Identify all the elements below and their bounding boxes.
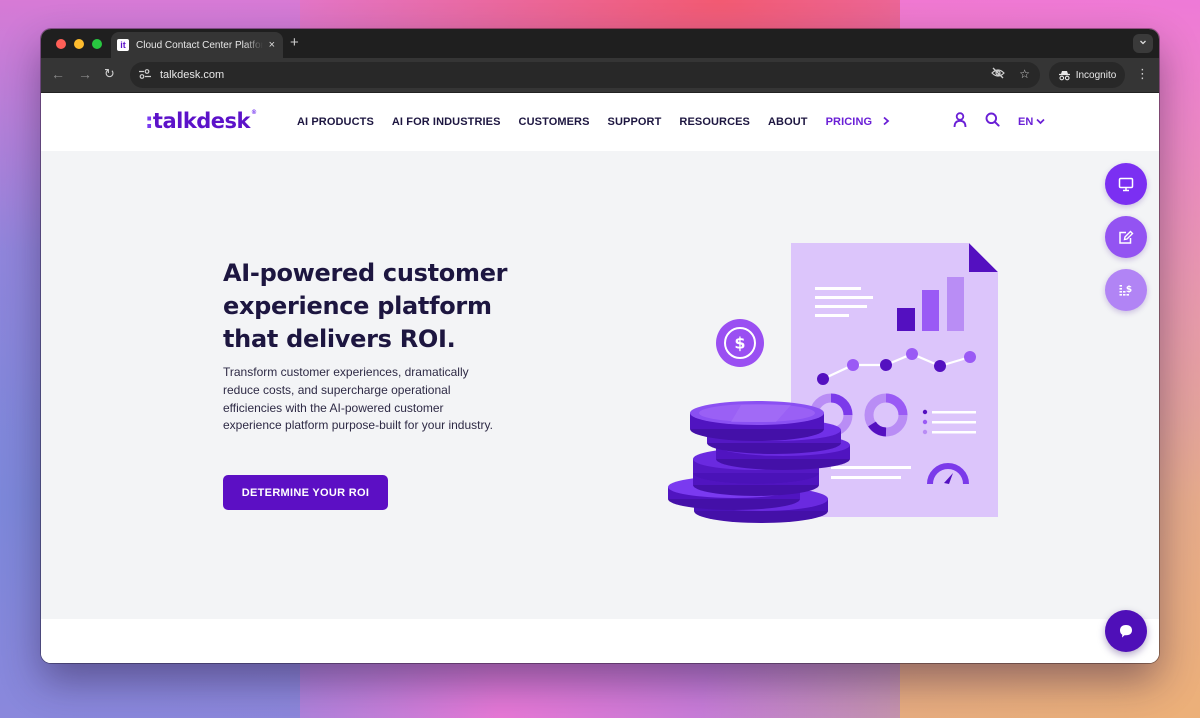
chevron-down-icon: [1140, 40, 1146, 45]
logo-text: talkdesk: [152, 109, 251, 133]
mini-bar: [897, 308, 915, 331]
close-tab-icon[interactable]: ×: [269, 39, 275, 51]
line-point: [964, 351, 976, 363]
incognito-badge[interactable]: Incognito: [1049, 62, 1125, 88]
language-selector[interactable]: EN: [1018, 116, 1045, 128]
language-label: EN: [1018, 116, 1034, 128]
dollar-coin-badge: $: [716, 319, 764, 367]
address-bar[interactable]: talkdesk.com ☆: [130, 62, 1040, 88]
search-icon[interactable]: [985, 112, 1000, 132]
bookmark-star-icon[interactable]: ☆: [1019, 67, 1030, 82]
nav-pricing[interactable]: PRICING: [826, 116, 873, 128]
nav-about[interactable]: ABOUT: [768, 116, 808, 128]
hero-description: Transform customer experiences, dramatic…: [223, 365, 493, 433]
address-bar-actions: ☆: [991, 67, 1030, 82]
edit-icon: [1119, 230, 1134, 244]
tab-title: Cloud Contact Center Platform: [136, 39, 263, 51]
determine-roi-button[interactable]: DETERMINE YOUR ROI: [223, 475, 388, 510]
pricing-icon: $: [1119, 284, 1132, 296]
line-point: [880, 359, 892, 371]
maximize-window-button[interactable]: [92, 39, 102, 49]
hero-title: AI-powered customer experience platform …: [223, 259, 508, 353]
window-controls: [56, 39, 102, 49]
dollar-icon: $: [734, 334, 745, 353]
browser-tab-active[interactable]: it Cloud Contact Center Platform ×: [111, 32, 283, 58]
nav-support[interactable]: SUPPORT: [608, 116, 662, 128]
minimize-window-button[interactable]: [74, 39, 84, 49]
browser-toolbar: ← → ↻ talkdesk.com ☆ Incognito ⋮: [41, 58, 1159, 93]
incognito-icon: [1058, 70, 1070, 80]
nav-ai-for-industries[interactable]: AI FOR INDUSTRIES: [392, 116, 501, 128]
chat-icon: [1120, 625, 1132, 638]
floating-demo-button[interactable]: [1105, 163, 1147, 205]
line-point: [817, 373, 829, 385]
talkdesk-favicon-icon: it: [117, 39, 129, 51]
site-header: :talkdesk® AI PRODUCTS AI FOR INDUSTRIES…: [41, 93, 1159, 151]
roi-illustration: $: [668, 243, 998, 523]
floating-chat-button[interactable]: [1105, 610, 1147, 652]
back-button[interactable]: ←: [51, 66, 65, 82]
nav-customers[interactable]: CUSTOMERS: [519, 116, 590, 128]
web-page: :talkdesk® AI PRODUCTS AI FOR INDUSTRIES…: [41, 93, 1159, 663]
browser-menu-button[interactable]: ⋮: [1136, 66, 1149, 82]
line-point: [847, 359, 859, 371]
url-text: talkdesk.com: [160, 69, 225, 81]
reload-button[interactable]: ↻: [104, 66, 115, 82]
logo-registered: ®: [251, 109, 257, 116]
nav-resources[interactable]: RESOURCES: [679, 116, 750, 128]
nav-ai-products[interactable]: AI PRODUCTS: [297, 116, 374, 128]
monitor-icon: [1118, 177, 1134, 191]
forward-button[interactable]: →: [78, 66, 92, 82]
mini-bar: [922, 290, 939, 331]
tab-search-button[interactable]: [1133, 34, 1153, 53]
main-nav: AI PRODUCTS AI FOR INDUSTRIES CUSTOMERS …: [297, 93, 890, 151]
floating-quote-button[interactable]: [1105, 216, 1147, 258]
nav-more-chevron-icon[interactable]: [882, 115, 890, 129]
floating-pricing-button[interactable]: $: [1105, 269, 1147, 311]
coin-stack: [668, 401, 850, 523]
user-account-icon[interactable]: [953, 111, 967, 133]
site-info-icon[interactable]: [138, 68, 154, 83]
eye-off-icon[interactable]: [991, 67, 1006, 82]
header-actions: EN: [953, 93, 1045, 151]
chevron-down-icon: [1036, 118, 1045, 125]
mini-bar: [947, 277, 964, 331]
hero-section: AI-powered customer experience platform …: [41, 151, 1159, 619]
tab-strip: it Cloud Contact Center Platform × +: [41, 29, 1159, 58]
incognito-label: Incognito: [1075, 69, 1117, 81]
line-point: [906, 348, 918, 360]
logo-mark: :: [145, 109, 153, 133]
new-tab-button[interactable]: +: [290, 34, 299, 51]
browser-window: it Cloud Contact Center Platform × + ← →…: [41, 29, 1159, 663]
svg-text:$: $: [1126, 285, 1132, 295]
close-window-button[interactable]: [56, 39, 66, 49]
page-bottom-band: [41, 619, 1159, 663]
line-point: [934, 360, 946, 372]
talkdesk-logo[interactable]: :talkdesk®: [145, 109, 257, 133]
